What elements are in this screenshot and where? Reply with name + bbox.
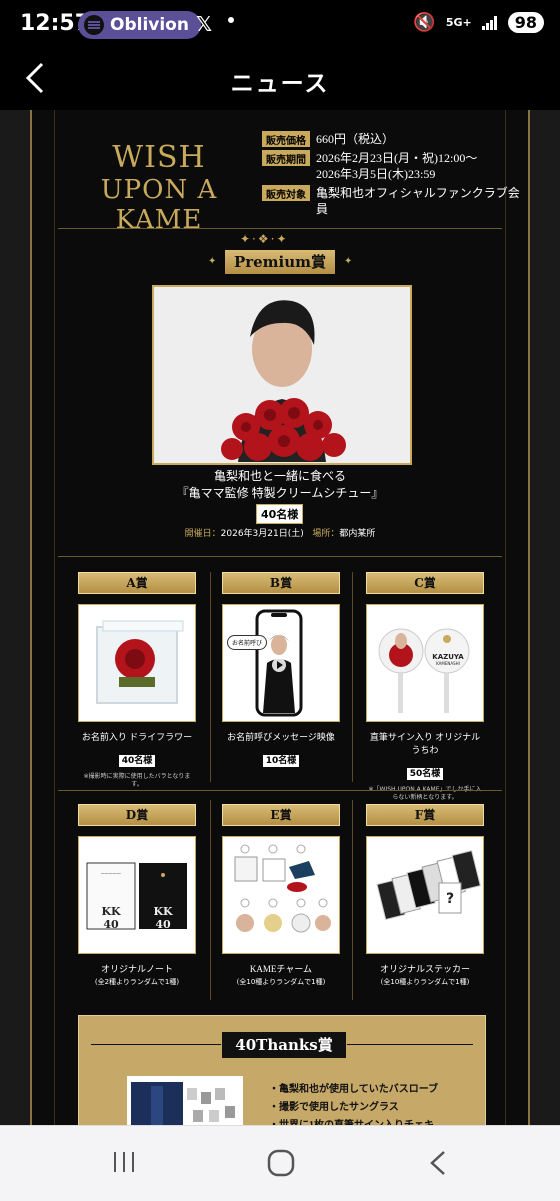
status-bar: 12:57 Oblivion 𝕏 🔇 5G+ 98 — [0, 0, 560, 52]
battery-indicator: 98 — [507, 12, 544, 33]
ornament-icon: ✦ — [344, 256, 353, 267]
fan-image: KAZUYA KAMENASHI — [366, 604, 484, 722]
spotify-icon — [84, 15, 104, 35]
divider — [58, 556, 502, 557]
home-icon[interactable] — [266, 1148, 296, 1185]
page-title: ニュース — [230, 71, 330, 97]
premium-title: Premium賞 — [225, 250, 335, 274]
divider — [58, 228, 502, 229]
prize-e: E賞 KAMEチャーム (全10種よりランダムで1種) — [222, 804, 340, 986]
back-nav-icon[interactable] — [426, 1148, 450, 1185]
system-icons: 🔇 5G+ 98 — [413, 12, 544, 33]
column-divider — [352, 572, 353, 782]
svg-text:?: ? — [446, 891, 454, 907]
speech-bubble: お名前呼び — [227, 635, 268, 650]
thanks-image — [127, 1076, 243, 1125]
premium-event-info: 開催日：2026年3月21日(土) 場所：都内某所 — [184, 529, 376, 539]
ornament-icon: ✦·❖·✦ — [240, 232, 289, 246]
notification-dot-icon — [228, 17, 234, 23]
ornament-icon: ✦ — [208, 256, 217, 267]
premium-description: 亀梨和也と一緒に食べる 『亀ママ監修 特製クリームシチュー』 — [176, 469, 384, 500]
charm-image — [222, 836, 340, 954]
premium-count: 40名様 — [256, 504, 304, 524]
info-price: 販売価格 660円（税込） — [262, 131, 528, 147]
system-nav-bar — [0, 1125, 560, 1201]
media-app-label: Oblivion — [110, 15, 189, 35]
prize-c-count: 50名様 — [406, 768, 444, 780]
signal-icon — [481, 15, 497, 30]
premium-photo — [152, 285, 412, 465]
prize-f: F賞 ? オリジナルステッカー (全10種よりランダムで1種) — [366, 804, 484, 986]
app-header: ニュース — [0, 52, 560, 110]
column-divider — [210, 800, 211, 1000]
prize-c: C賞 KAZUYA KAMENASHI 直筆サイン入り オリジナルうちわ 50名… — [366, 572, 484, 802]
info-target: 販売対象 亀梨和也オフィシャルファンクラブ会員 — [262, 185, 528, 217]
network-icon: 5G+ — [445, 16, 472, 29]
fan-text: KAZUYA KAMENASHI — [432, 653, 464, 666]
prize-b-count: 10名様 — [262, 755, 300, 767]
thanks-list: ・亀梨和也が使用していたバスローブ ・撮影で使用したサングラス ・世界に1枚の直… — [269, 1081, 438, 1125]
news-content[interactable]: WISH UPON A KAME 販売価格 660円（税込） 販売期間 2026… — [0, 110, 560, 1125]
sale-info: 販売価格 660円（税込） 販売期間 2026年2月23日(月・祝)12:00〜… — [262, 131, 528, 220]
divider — [58, 790, 502, 791]
x-app-icon: 𝕏 — [196, 12, 213, 36]
column-divider — [352, 800, 353, 1000]
dried-flower-image — [78, 604, 196, 722]
prize-d: D賞 〜〜〜〜〜 KK 40 KK 40 オリジナルノート (全2種よりランダム… — [78, 804, 196, 986]
prize-a-count: 40名様 — [118, 755, 156, 767]
wish-upon-a-kame-logo: WISH UPON A KAME — [100, 140, 218, 235]
info-period: 販売期間 2026年2月23日(月・祝)12:00〜 2026年3月5日(木)2… — [262, 150, 528, 182]
prize-b: B賞 お名前呼び お名前呼びメッセージ映像 10名様 — [222, 572, 340, 767]
list-item: ・世界に1枚の直筆サイン入りチェキ — [269, 1117, 438, 1125]
media-pill[interactable]: Oblivion — [78, 11, 201, 39]
mute-icon: 🔇 — [413, 12, 436, 33]
recents-icon[interactable] — [110, 1148, 138, 1183]
thanks-title: 40Thanks賞 — [221, 1031, 347, 1059]
message-video-image: お名前呼び — [222, 604, 340, 722]
news-banner: WISH UPON A KAME 販売価格 660円（税込） 販売期間 2026… — [30, 110, 530, 1125]
column-divider — [210, 572, 211, 782]
sticker-image: ? — [366, 836, 484, 954]
notebook-image: 〜〜〜〜〜 KK 40 KK 40 — [78, 836, 196, 954]
list-item: ・亀梨和也が使用していたバスローブ — [269, 1084, 439, 1095]
prize-a: A賞 お名前入り ドライフラワー 40名様 ※撮影時に実際に使用したバラとなりま… — [78, 572, 196, 789]
thanks-section: 40Thanks賞 ・亀梨和也が使用していたバスローブ ・撮影で使用したサングラ… — [78, 1015, 486, 1125]
svg-text:〜〜〜〜〜: 〜〜〜〜〜 — [101, 871, 121, 876]
list-item: ・撮影で使用したサングラス — [269, 1102, 399, 1113]
